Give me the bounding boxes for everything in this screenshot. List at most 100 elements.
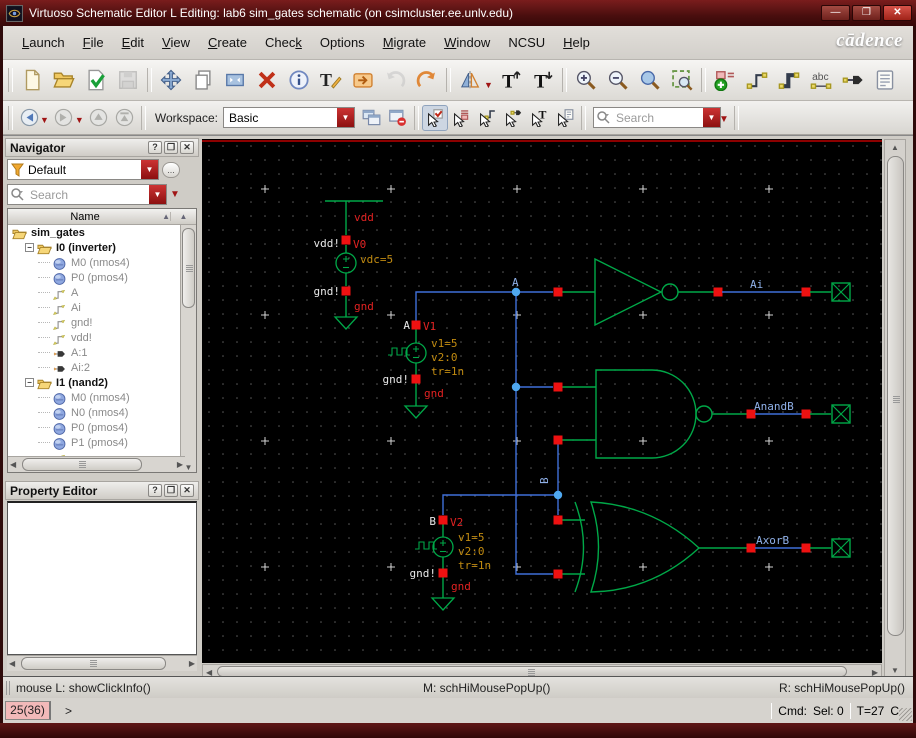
pin-square[interactable] xyxy=(801,543,811,553)
wire-junction[interactable] xyxy=(553,490,563,500)
menu-window[interactable]: Window xyxy=(435,31,499,54)
tree-item-gnd-[interactable]: gnd! xyxy=(8,315,184,330)
t-descend-button[interactable]: T xyxy=(527,64,559,96)
cursor-pin-button[interactable] xyxy=(500,105,526,131)
zoom-fit-button[interactable] xyxy=(634,64,666,96)
ws-save-button[interactable] xyxy=(359,105,385,131)
copy-button[interactable] xyxy=(187,64,219,96)
navigator-search-caret[interactable]: ▼ xyxy=(149,185,166,204)
navigator-titlebar[interactable]: Navigator ? ❐ ✕ xyxy=(5,138,199,157)
tree-item-a-1[interactable]: A:1 xyxy=(8,345,184,360)
cursor-wire-button[interactable] xyxy=(474,105,500,131)
new-file-button[interactable] xyxy=(16,64,48,96)
navigator-search-input[interactable]: Search ▼ xyxy=(7,184,167,205)
expander-icon[interactable]: − xyxy=(25,378,34,387)
tree-item-m0-nmos4-[interactable]: M0 (nmos4) xyxy=(8,255,184,270)
pin-square[interactable] xyxy=(341,286,351,296)
property-editor-float-button[interactable]: ❐ xyxy=(164,484,178,497)
cursor-text-button[interactable]: T xyxy=(526,105,552,131)
create-label-button[interactable]: abc xyxy=(805,64,837,96)
nav-caret[interactable]: ▼ xyxy=(40,115,49,125)
tree-item-p1-pmos4-[interactable]: P1 (pmos4) xyxy=(8,435,184,450)
close-button[interactable]: ✕ xyxy=(883,5,912,21)
create-block-button[interactable] xyxy=(869,64,901,96)
pin-square[interactable] xyxy=(411,374,421,384)
menu-migrate[interactable]: Migrate xyxy=(374,31,435,54)
redo-button[interactable] xyxy=(411,64,443,96)
tree-item-vdd-[interactable]: vdd! xyxy=(8,330,184,345)
mirror-caret[interactable]: ▼ xyxy=(484,80,493,90)
toolbar-search-input[interactable]: Search ▼ xyxy=(592,107,721,128)
create-instance-button[interactable] xyxy=(709,64,741,96)
stretch-button[interactable] xyxy=(219,64,251,96)
zoom-region-button[interactable] xyxy=(666,64,698,96)
menu-view[interactable]: View xyxy=(153,31,199,54)
property-editor-hscrollbar[interactable]: ◀ ▶ xyxy=(7,655,197,671)
canvas-vscrollbar[interactable]: ▲ ▼ xyxy=(884,139,906,679)
pin-square[interactable] xyxy=(411,320,421,330)
navigator-filter-select[interactable]: Default ▼ xyxy=(7,159,159,180)
cursor-instance-button[interactable] xyxy=(448,105,474,131)
edit-text-button[interactable]: T xyxy=(315,64,347,96)
pin-square[interactable] xyxy=(553,382,563,392)
create-pin-button[interactable] xyxy=(837,64,869,96)
swap-view-button[interactable] xyxy=(347,64,379,96)
search-caret[interactable]: ▼ xyxy=(702,108,720,127)
pin-square[interactable] xyxy=(553,569,563,579)
menu-launch[interactable]: Launch xyxy=(13,31,74,54)
pin-square[interactable] xyxy=(553,435,563,445)
nav-back-button[interactable] xyxy=(16,105,42,131)
wire-junction[interactable] xyxy=(511,287,521,297)
menu-ncsu[interactable]: NCSU xyxy=(499,31,554,54)
zoom-out-button[interactable] xyxy=(602,64,634,96)
pin-square[interactable] xyxy=(801,409,811,419)
save-disabled-button[interactable] xyxy=(112,64,144,96)
tree-item-ai-2[interactable]: Ai:2 xyxy=(8,360,184,375)
pin-square[interactable] xyxy=(553,515,563,525)
pin-square[interactable] xyxy=(713,287,723,297)
nav-up-button[interactable] xyxy=(86,105,112,131)
menu-create[interactable]: Create xyxy=(199,31,256,54)
tree-item-i0-inverter-[interactable]: − I0 (inverter) xyxy=(8,240,184,255)
nav-forward-button[interactable] xyxy=(51,105,77,131)
navigator-float-button[interactable]: ❐ xyxy=(164,141,178,154)
cursor-select-button[interactable] xyxy=(421,104,448,131)
minimize-button[interactable]: — xyxy=(821,5,850,21)
filter-more-button[interactable]: ... xyxy=(162,161,180,178)
nav-top-button[interactable] xyxy=(112,105,138,131)
delete-button[interactable] xyxy=(251,64,283,96)
menu-help[interactable]: Help xyxy=(554,31,599,54)
navigator-search-more[interactable]: ▼ xyxy=(170,189,180,200)
pin-square[interactable] xyxy=(438,515,448,525)
open-folder-button[interactable] xyxy=(48,64,80,96)
mirror-button[interactable] xyxy=(454,64,486,96)
cursor-form-button[interactable] xyxy=(552,105,578,131)
t-ascend-button[interactable]: T xyxy=(495,64,527,96)
wire-junction[interactable] xyxy=(511,382,521,392)
pin-square[interactable] xyxy=(438,568,448,578)
pin-square[interactable] xyxy=(553,287,563,297)
pin-square[interactable] xyxy=(746,543,756,553)
pin-square[interactable] xyxy=(801,287,811,297)
tree-item-i1-nand2-[interactable]: − I1 (nand2) xyxy=(8,375,184,390)
search-more-caret[interactable]: ▼ xyxy=(719,114,729,125)
tree-item-ai[interactable]: Ai xyxy=(8,300,184,315)
properties-info-button[interactable] xyxy=(283,64,315,96)
nav-caret[interactable]: ▼ xyxy=(75,115,84,125)
navigator-help-button[interactable]: ? xyxy=(148,141,162,154)
tree-item-a[interactable]: A xyxy=(8,285,184,300)
title-bar[interactable]: Virtuoso Schematic Editor L Editing: lab… xyxy=(0,0,916,26)
undo-button[interactable] xyxy=(379,64,411,96)
pin-square[interactable] xyxy=(341,235,351,245)
tree-item-sim-gates[interactable]: sim_gates xyxy=(8,225,184,240)
maximize-button[interactable]: ❐ xyxy=(852,5,881,21)
tree-header[interactable]: Name ▲ ▲ xyxy=(8,209,196,225)
tree-item-p0-pmos4-[interactable]: P0 (pmos4) xyxy=(8,270,184,285)
ws-delete-button[interactable] xyxy=(385,105,411,131)
tree-item-p0-pmos4-[interactable]: P0 (pmos4) xyxy=(8,420,184,435)
tree-item-m0-nmos4-[interactable]: M0 (nmos4) xyxy=(8,390,184,405)
schematic-canvas[interactable]: vdd vdd! V0 vdc=5 gnd! gnd A V1 v1=5 v2:0 tr=1n gnd… xyxy=(202,139,882,663)
tree-vscrollbar[interactable]: ▼ xyxy=(180,225,196,472)
tree-hscrollbar[interactable]: ◀ ▶ xyxy=(8,456,185,472)
resize-grip[interactable] xyxy=(899,708,912,721)
